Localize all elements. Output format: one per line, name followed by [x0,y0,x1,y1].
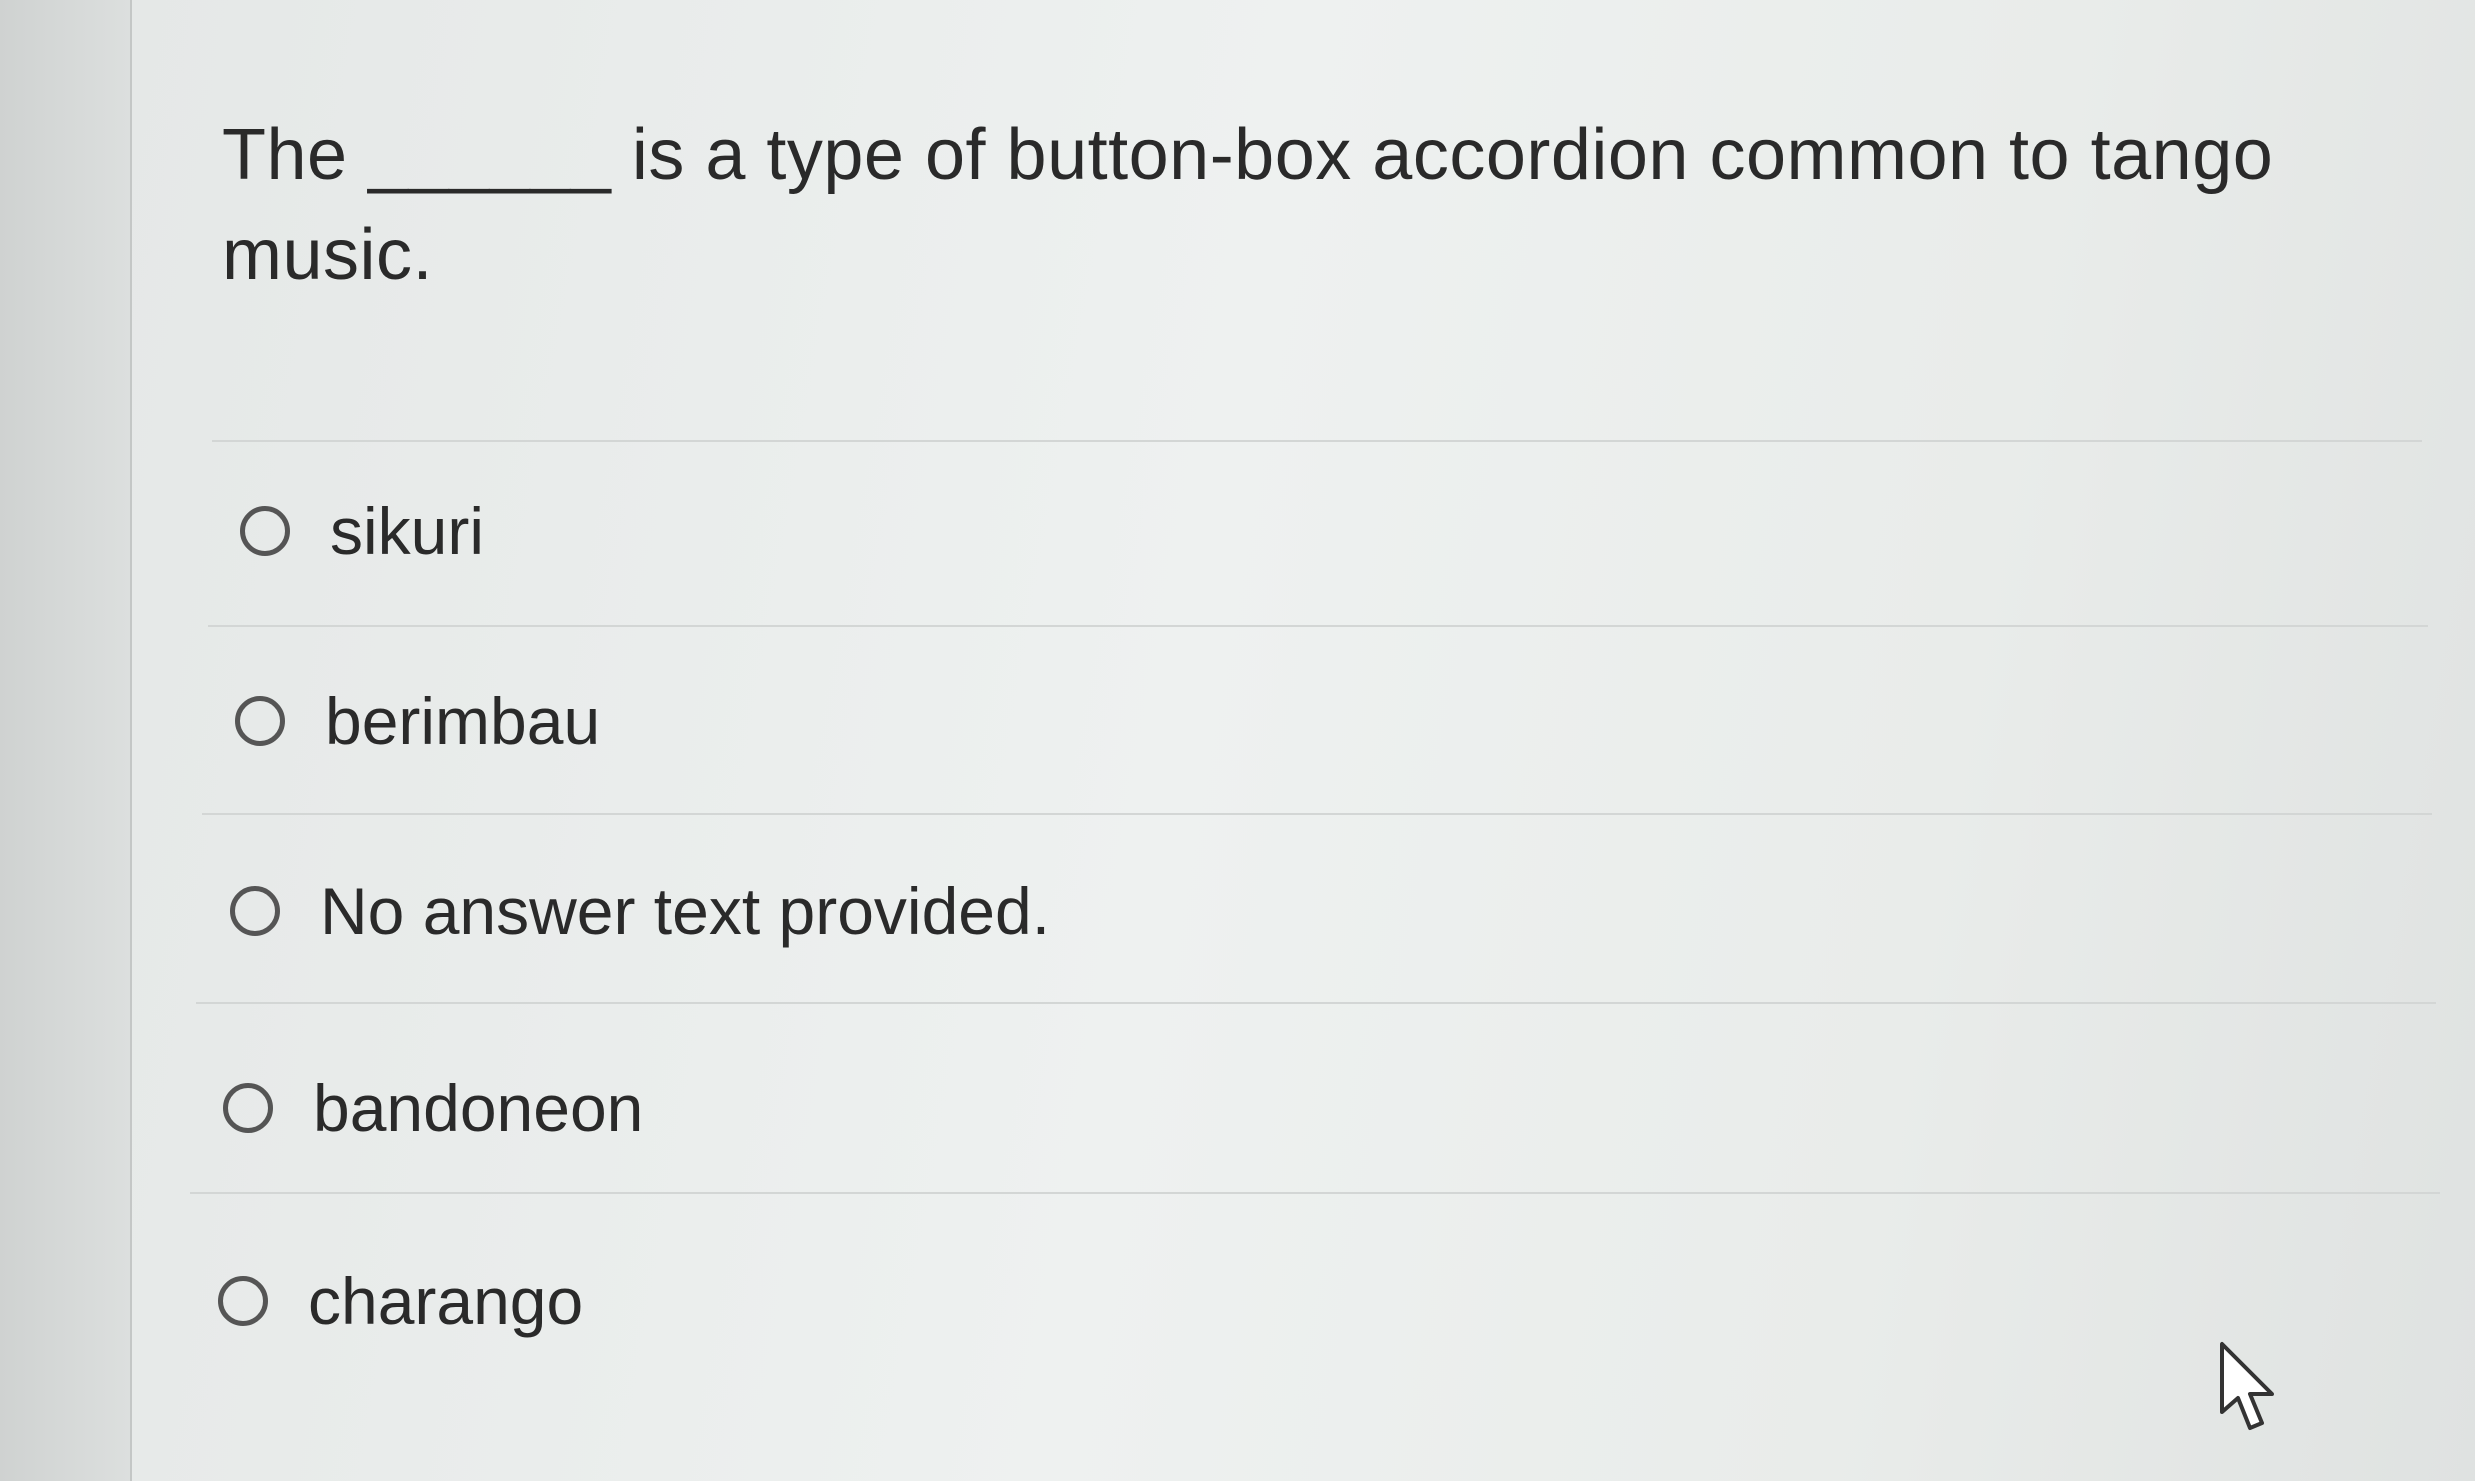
radio-button-icon[interactable] [218,1276,268,1326]
option-label: charango [308,1264,584,1338]
option-label: bandoneon [313,1071,644,1145]
radio-button-icon[interactable] [223,1083,273,1133]
radio-button-icon[interactable] [235,696,285,746]
radio-button-icon[interactable] [240,506,290,556]
divider [190,1192,2440,1194]
divider [196,1002,2436,1004]
answer-option-berimbau[interactable]: berimbau [235,683,600,759]
radio-button-icon[interactable] [230,886,280,936]
divider [212,440,2422,442]
divider [202,813,2432,815]
answer-option-sikuri[interactable]: sikuri [240,493,484,569]
option-label: berimbau [325,684,601,758]
option-label: sikuri [330,494,485,568]
answer-option-charango[interactable]: charango [218,1263,583,1339]
answer-option-bandoneon[interactable]: bandoneon [223,1070,643,1146]
option-label: No answer text provided. [320,874,1051,948]
answer-option-no-answer[interactable]: No answer text provided. [230,873,1050,949]
mouse-pointer-icon [2220,1342,2274,1430]
left-margin-strip [0,0,132,1481]
question-text: The ______ is a type of button-box accor… [222,115,2274,295]
divider [208,625,2428,627]
